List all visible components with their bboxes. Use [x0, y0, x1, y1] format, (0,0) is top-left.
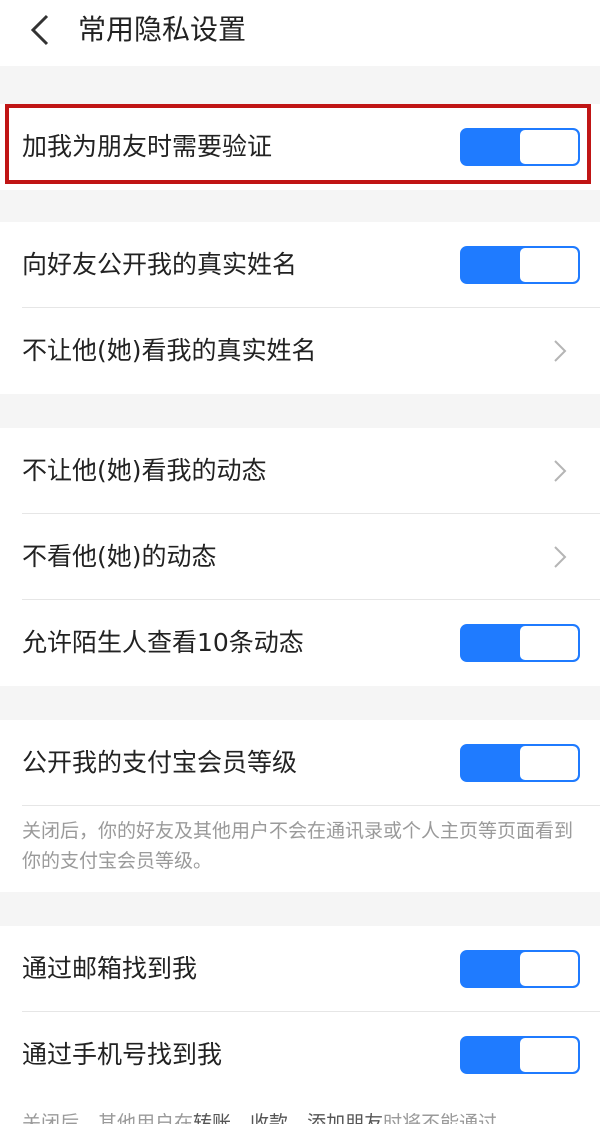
footer-note-link: 收款	[250, 1112, 289, 1124]
find-by-phone-toggle[interactable]	[460, 1036, 580, 1074]
setting-row-stranger-view: 允许陌生人查看10条动态	[0, 600, 600, 686]
toggle-knob	[520, 746, 578, 780]
setting-row-find-by-phone: 通过手机号找到我	[0, 1012, 600, 1098]
setting-row-public-member-level: 公开我的支付宝会员等级	[0, 720, 600, 806]
footer-note-link: 添加朋友	[307, 1112, 384, 1124]
footer-note-part: 关闭后，其他用户在	[22, 1112, 194, 1124]
footer-note-part: 时将不能通过	[383, 1112, 498, 1124]
setting-label: 加我为朋友时需要验证	[22, 132, 273, 161]
setting-row-verify-friend: 加我为朋友时需要验证	[0, 104, 600, 190]
setting-row-dont-view-moments[interactable]: 不看他(她)的动态	[0, 514, 600, 600]
setting-label: 允许陌生人查看10条动态	[22, 628, 304, 657]
back-button[interactable]	[18, 8, 62, 52]
stranger-view-toggle[interactable]	[460, 624, 580, 662]
privacy-settings-screen: 常用隐私设置 加我为朋友时需要验证 向好友公开我的真实姓名 不让他(她)看我的真…	[0, 0, 600, 1124]
public-member-level-toggle[interactable]	[460, 744, 580, 782]
footer-note-part: 、	[231, 1112, 251, 1124]
setting-label: 向好友公开我的真实姓名	[22, 250, 298, 279]
footer-note-text: 关闭后，其他用户在转账、收款、添加朋友时将不能通过	[22, 1108, 497, 1124]
setting-label: 通过邮箱找到我	[22, 954, 198, 983]
find-by-email-toggle[interactable]	[460, 950, 580, 988]
setting-label: 通过手机号找到我	[22, 1040, 223, 1069]
footer-note-link: 转账	[193, 1112, 232, 1124]
setting-label: 公开我的支付宝会员等级	[22, 748, 298, 777]
toggle-knob	[520, 248, 578, 282]
chevron-right-icon	[554, 460, 567, 482]
setting-label: 不看他(她)的动态	[22, 542, 217, 571]
setting-row-public-real-name: 向好友公开我的真实姓名	[0, 222, 600, 308]
toggle-knob	[520, 952, 578, 986]
note-text: 关闭后，你的好友及其他用户不会在通讯录或个人主页等页面看到你的支付宝会员等级。	[22, 820, 574, 872]
public-real-name-toggle[interactable]	[460, 246, 580, 284]
page-title: 常用隐私设置	[78, 13, 247, 46]
verify-friend-toggle[interactable]	[460, 128, 580, 166]
back-arrow-icon	[30, 14, 49, 46]
footer-note-part: 、	[288, 1112, 308, 1124]
toggle-knob	[520, 1038, 578, 1072]
setting-row-hide-real-name[interactable]: 不让他(她)看我的真实姓名	[0, 308, 600, 394]
setting-row-find-by-email: 通过邮箱找到我	[0, 926, 600, 1012]
member-level-note: 关闭后，你的好友及其他用户不会在通讯录或个人主页等页面看到你的支付宝会员等级。	[0, 806, 600, 892]
setting-row-hide-moments-from[interactable]: 不让他(她)看我的动态	[0, 428, 600, 514]
setting-label: 不让他(她)看我的真实姓名	[22, 336, 317, 365]
toggle-knob	[520, 626, 578, 660]
setting-label: 不让他(她)看我的动态	[22, 456, 267, 485]
toggle-knob	[520, 130, 578, 164]
chevron-right-icon	[554, 546, 567, 568]
nav-header: 常用隐私设置	[0, 0, 600, 66]
chevron-right-icon	[554, 340, 567, 362]
